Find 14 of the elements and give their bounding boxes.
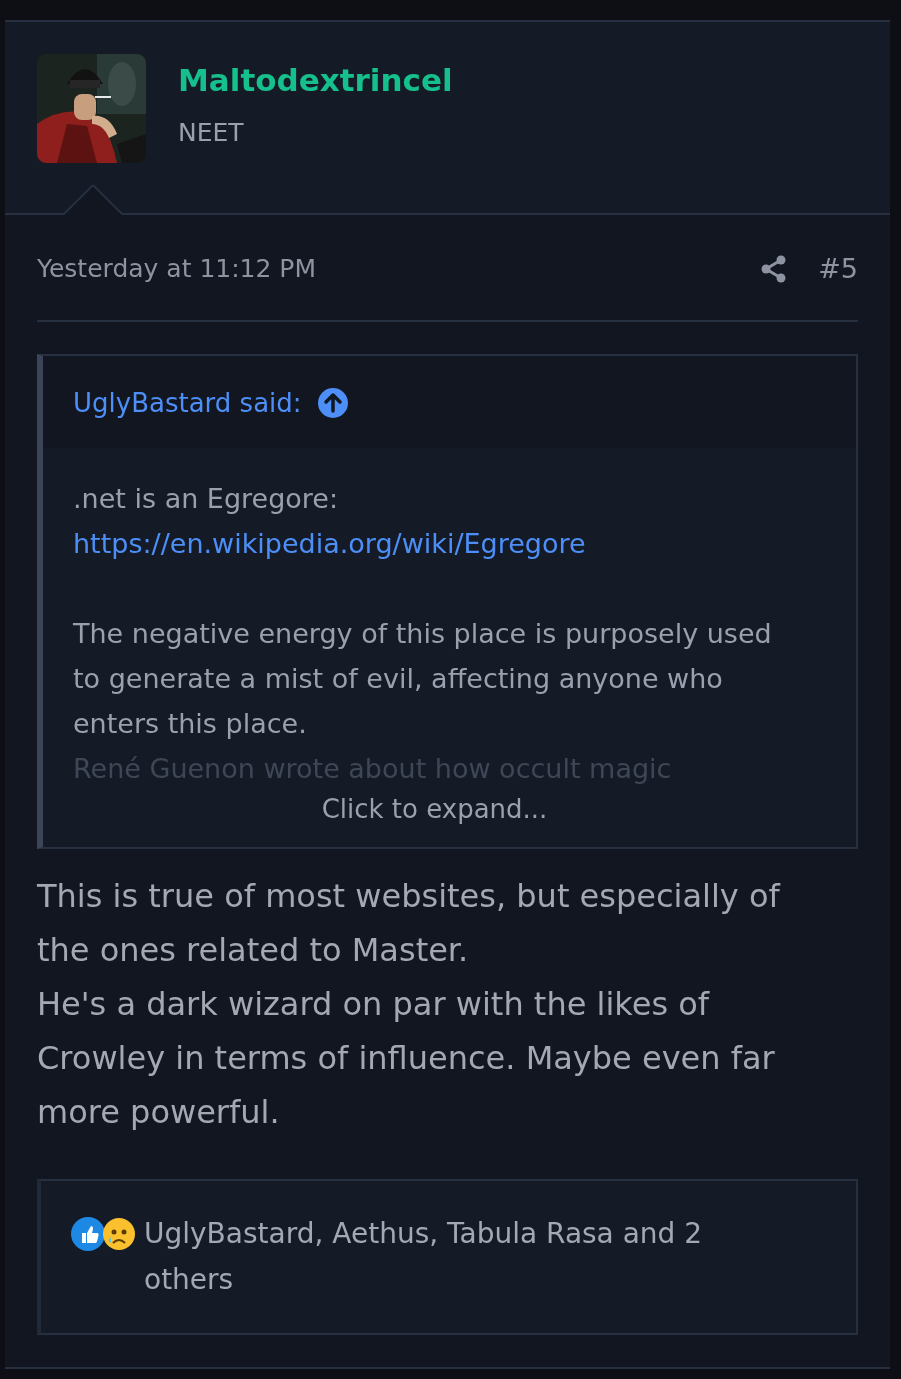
sad-face-icon[interactable] <box>102 1217 136 1251</box>
quote-author-link[interactable]: UglyBastard said: <box>73 388 302 418</box>
quote-text: The negative energy of this place is purposely used to generate a mist of evil, affecting anyone who enters this place. <box>73 617 773 741</box>
post-date[interactable]: Yesterday at 11:12 PM <box>37 254 317 283</box>
post-text: He's a dark wizard on par with the likes of Crowley in terms of influence. Maybe even far more powerful. <box>37 984 776 1133</box>
post-number[interactable]: #5 <box>818 253 858 284</box>
quote-text: .net is an Egregore: <box>73 482 340 516</box>
post-text: This is true of most websites, but especially of the ones related to Master. <box>37 876 782 971</box>
link[interactable]: https://en.wikipedia.org/wiki/Egregore <box>73 521 586 566</box>
expand-link[interactable]: Click to expand... <box>321 793 548 825</box>
username[interactable]: Maltodextrincel <box>178 62 453 98</box>
thumbs-up-icon[interactable] <box>71 1217 105 1251</box>
arrow-up-icon[interactable] <box>317 388 348 418</box>
user-title: NEET <box>178 118 244 147</box>
